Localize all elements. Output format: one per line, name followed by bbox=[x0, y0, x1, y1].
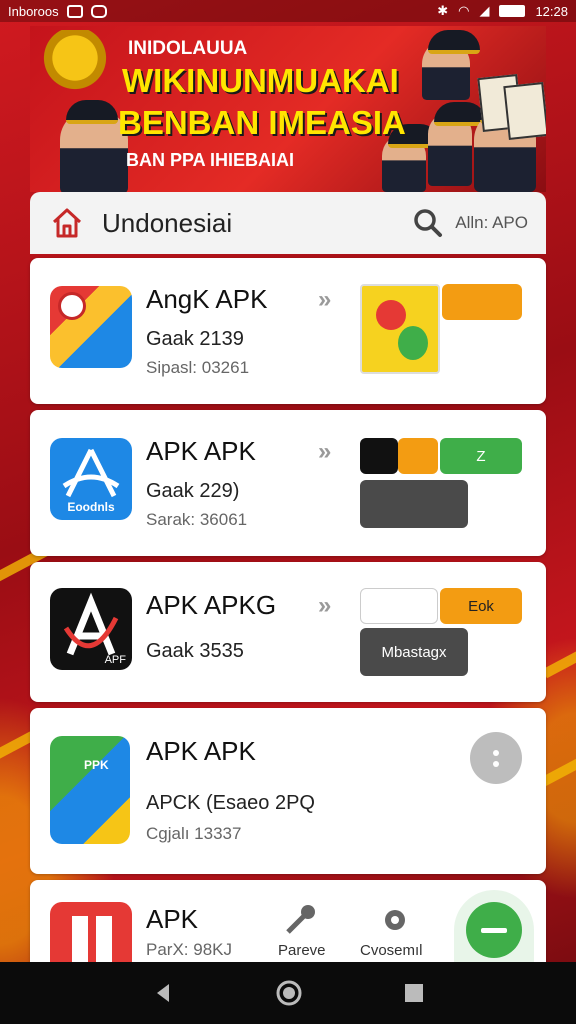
officer-image bbox=[422, 30, 480, 100]
app-icon: Eoodnls bbox=[50, 438, 132, 520]
bluetooth-icon: ✱ bbox=[437, 3, 449, 18]
search-icon[interactable] bbox=[413, 208, 443, 238]
app-meta: Gaak 3535 bbox=[146, 640, 244, 662]
banner-line-4: BAN PPA IHIEBAIAI bbox=[126, 150, 295, 170]
app-icon bbox=[50, 286, 132, 368]
app-size: ParX: 98KJ bbox=[146, 940, 232, 959]
app-meta: APCK (Esaeo 2PQ bbox=[146, 792, 315, 814]
color-swatch bbox=[360, 438, 398, 474]
chevron-right-icon[interactable]: » bbox=[318, 438, 331, 466]
app-icon: PPK bbox=[50, 736, 130, 844]
signal-icon: ◢ bbox=[479, 3, 490, 18]
banner-line-1: INIDOLAUUA bbox=[128, 38, 248, 59]
gear-icon[interactable] bbox=[375, 900, 415, 940]
system-navigation-bar bbox=[0, 962, 576, 1024]
secondary-button[interactable]: Mbastagx bbox=[360, 628, 468, 676]
sim-icon bbox=[66, 4, 83, 18]
search-filter-label[interactable]: Alln: APO bbox=[455, 213, 528, 233]
garuda-emblem-icon bbox=[38, 30, 112, 100]
recents-icon[interactable] bbox=[403, 982, 425, 1004]
chevron-right-icon[interactable]: » bbox=[318, 592, 331, 620]
status-bar: Inboroos ✱ ◠ ◢ 12:28 bbox=[0, 0, 576, 22]
app-header: Undonesiai Alln: APO bbox=[30, 192, 546, 254]
secondary-button[interactable] bbox=[360, 480, 468, 528]
list-item[interactable]: Eoodnls APK APK Gaak 229) Sarak: 36061 »… bbox=[30, 410, 546, 556]
page-title: Undonesiai bbox=[102, 207, 233, 238]
chat-fab-container bbox=[454, 890, 534, 970]
chevron-right-icon[interactable]: » bbox=[318, 286, 331, 314]
key-icon[interactable] bbox=[280, 900, 320, 940]
app-size: Sipasl: 03261 bbox=[146, 358, 250, 377]
app-meta: Gaak 2139 bbox=[146, 328, 244, 350]
battery-icon bbox=[499, 5, 526, 17]
back-icon[interactable] bbox=[151, 981, 175, 1005]
youtube-icon bbox=[90, 4, 107, 18]
action-button[interactable] bbox=[442, 284, 522, 320]
list-item[interactable]: AngK APK Gaak 2139 Sipasl: 03261 » bbox=[30, 258, 546, 404]
person-image bbox=[382, 124, 440, 192]
book-image bbox=[503, 82, 546, 140]
thumbnail-image bbox=[360, 284, 440, 374]
person-image bbox=[428, 102, 486, 186]
chat-icon[interactable] bbox=[466, 902, 522, 958]
more-options-icon[interactable] bbox=[470, 732, 522, 784]
app-icon-text: APF bbox=[104, 654, 126, 666]
promo-banner[interactable]: INIDOLAUUA WIKINUNMUAKAI BENBAN IMEASIA … bbox=[30, 26, 546, 192]
app-title: AngK APK bbox=[146, 284, 268, 314]
app-icon: APF bbox=[50, 588, 132, 670]
app-title: APK APK bbox=[146, 436, 256, 466]
banner-line-2: WIKINUNMUAKAI bbox=[122, 62, 399, 99]
nav-label[interactable]: Cvosemıl bbox=[360, 942, 423, 959]
banner-line-3: BENBAN IMEASIA bbox=[118, 104, 406, 141]
wifi-icon: ◠ bbox=[458, 3, 470, 18]
app-title: APK bbox=[146, 904, 199, 934]
app-icon-text: PPK bbox=[84, 758, 109, 772]
action-button[interactable]: Eok bbox=[440, 588, 522, 624]
color-swatch bbox=[398, 438, 438, 474]
app-size: Cgjalı 13337 bbox=[146, 824, 242, 843]
app-title: APK APKG bbox=[146, 590, 277, 620]
clock: 12:28 bbox=[535, 3, 568, 19]
app-size: Sarak: 36061 bbox=[146, 510, 248, 529]
carrier-label: Inboroos bbox=[8, 3, 59, 19]
list-item[interactable]: APF APK APKG Gaak 3535 » Eok Mbastagx bbox=[30, 562, 546, 702]
list-item[interactable]: PPK APK APK APCK (Esaeo 2PQ Cgjalı 13337 bbox=[30, 708, 546, 874]
app-title: APK APK bbox=[146, 736, 256, 766]
app-meta: Gaak 229) bbox=[146, 480, 240, 502]
app-icon bbox=[50, 902, 132, 970]
nav-label[interactable]: Pareve bbox=[278, 942, 326, 959]
home-button-icon[interactable] bbox=[276, 980, 302, 1006]
action-button[interactable]: Z bbox=[440, 438, 522, 474]
input-field[interactable] bbox=[360, 588, 438, 624]
home-icon[interactable] bbox=[50, 206, 84, 240]
list-item[interactable]: APK ParX: 98KJ Pareve Cvosemıl bbox=[30, 880, 546, 970]
app-icon-text: Eoodnls bbox=[67, 500, 115, 514]
